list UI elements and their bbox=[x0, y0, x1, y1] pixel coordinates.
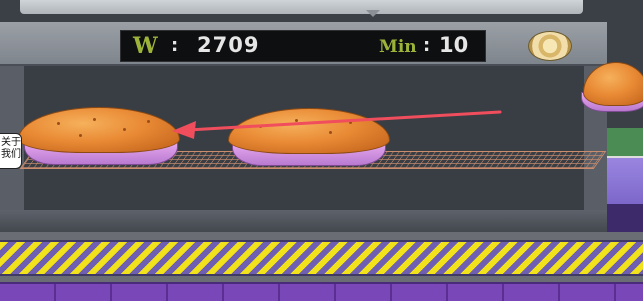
floor-tiles bbox=[0, 282, 643, 301]
about-us-tab[interactable]: 关于我们 bbox=[0, 133, 22, 169]
conveyor-stripes bbox=[0, 240, 643, 276]
